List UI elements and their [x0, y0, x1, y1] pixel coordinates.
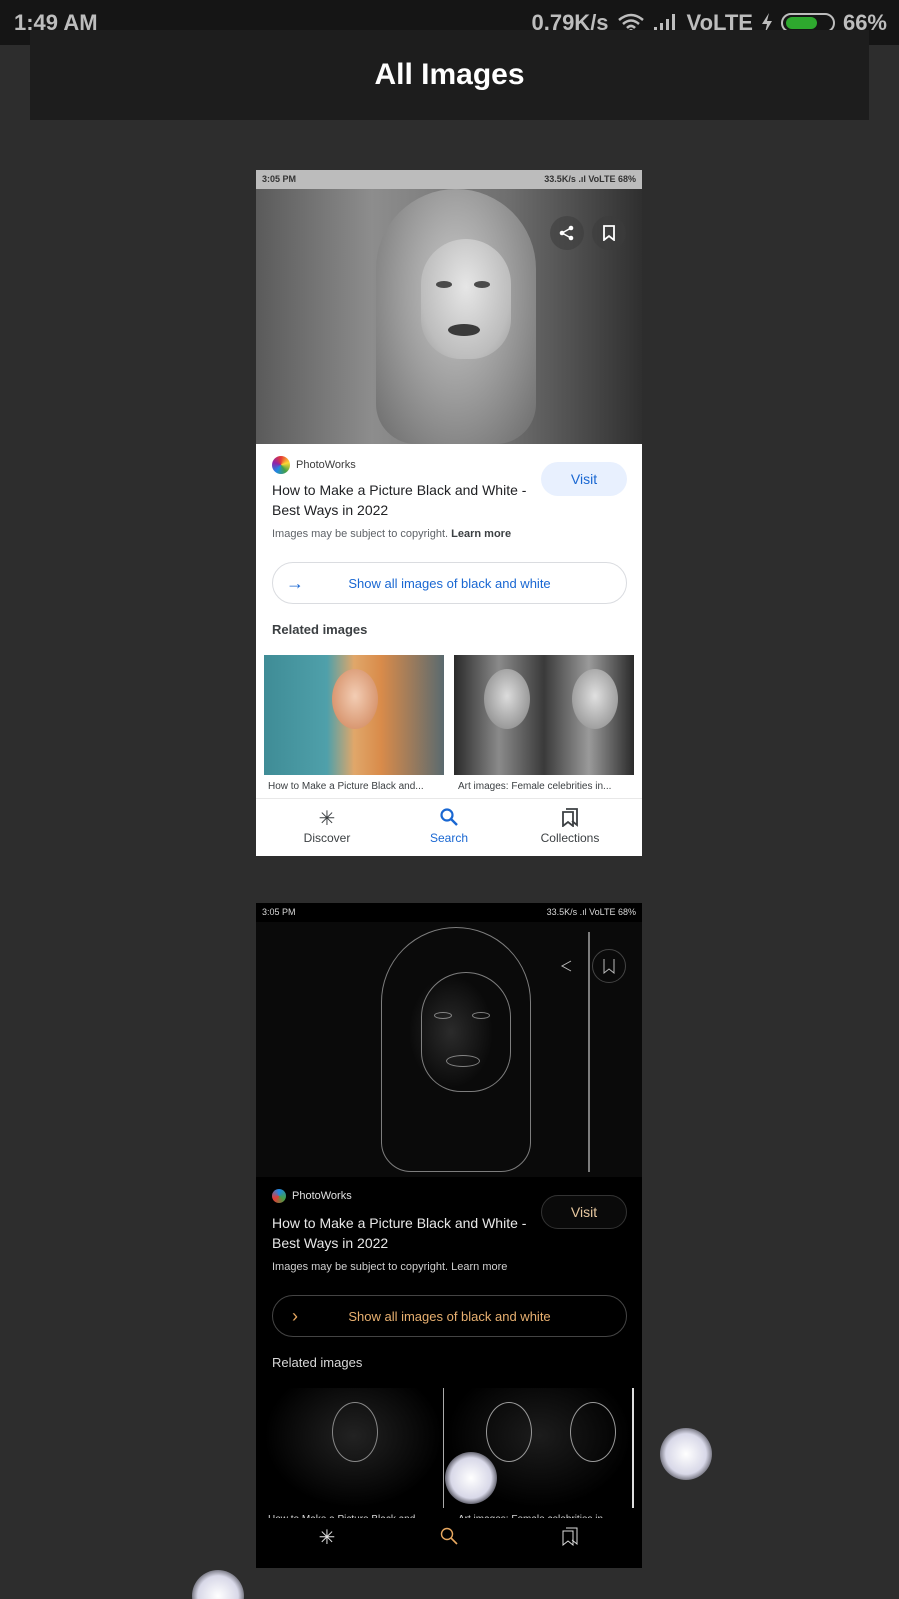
touch-indicator [445, 1452, 497, 1504]
thumb-caption: Art images: Female celebrities in... [458, 781, 612, 792]
collections-icon [520, 807, 620, 831]
touch-indicator [192, 1570, 244, 1599]
nav-search-label: Search [429, 831, 469, 845]
source-name: PhotoWorks [292, 1190, 352, 1202]
learn-more-link[interactable]: Learn more [451, 528, 511, 540]
nav-discover[interactable]: ✳ Discover [277, 807, 377, 845]
show-all-button[interactable]: › Show all images of black and white [272, 1295, 627, 1337]
share-icon[interactable] [550, 216, 584, 250]
nav-discover[interactable]: ✳ [277, 1526, 377, 1550]
mini-status-info: 33.5K/s .ıl VoLTE 68% [544, 174, 636, 184]
thumb-caption: How to Make a Picture Black and... [268, 781, 424, 792]
main-photo-edges [256, 922, 642, 1177]
nav-collections[interactable] [520, 1526, 620, 1550]
main-photo [256, 189, 642, 444]
asterisk-icon: ✳ [318, 808, 336, 830]
show-all-label: Show all images of black and white [348, 575, 551, 591]
related-heading: Related images [272, 622, 368, 637]
bookmark-icon[interactable] [592, 949, 626, 983]
search-icon [399, 807, 499, 831]
search-icon [399, 1526, 499, 1550]
nav-search[interactable] [399, 1526, 499, 1550]
show-all-label: Show all images of black and white [348, 1308, 551, 1324]
app-header: All Images [30, 30, 869, 120]
collections-icon [520, 1526, 620, 1550]
related-thumb[interactable] [454, 655, 634, 775]
copyright-note: Images may be subject to copyright. Lear… [272, 528, 511, 540]
photoworks-logo-icon [272, 1189, 286, 1203]
learn-more-link[interactable]: Learn more [451, 1261, 507, 1273]
share-icon[interactable] [550, 949, 584, 983]
related-thumb[interactable] [264, 1388, 444, 1508]
bottom-nav: ✳ [256, 1518, 642, 1568]
source-row: PhotoWorks [272, 456, 356, 474]
nav-discover-label: Discover [303, 831, 351, 845]
asterisk-icon: ✳ [318, 1527, 336, 1549]
mini-status-info: 33.5K/s .ıl VoLTE 68% [546, 907, 636, 917]
show-all-button[interactable]: → Show all images of black and white [272, 562, 627, 604]
mini-status-bar: 3:05 PM 33.5K/s .ıl VoLTE 68% [256, 170, 642, 189]
visit-button[interactable]: Visit [541, 462, 627, 496]
nav-search[interactable]: Search [399, 807, 499, 845]
chevron-right-icon: › [292, 1305, 298, 1326]
visit-button[interactable]: Visit [541, 1195, 627, 1229]
result-title[interactable]: How to Make a Picture Black and White - … [272, 1213, 532, 1253]
related-thumb[interactable] [264, 655, 444, 775]
copyright-note: Images may be subject to copyright. Lear… [272, 1261, 507, 1273]
image-card-original[interactable]: 3:05 PM 33.5K/s .ıl VoLTE 68% PhotoWorks… [256, 170, 642, 856]
bookmark-icon[interactable] [592, 216, 626, 250]
copyright-text: Images may be subject to copyright. [272, 1261, 449, 1273]
page-title: All Images [374, 58, 525, 91]
source-row: PhotoWorks [272, 1189, 352, 1203]
copyright-text: Images may be subject to copyright. [272, 528, 449, 540]
mini-status-time: 3:05 PM [262, 907, 296, 917]
nav-collections[interactable]: Collections [520, 807, 620, 845]
source-name: PhotoWorks [296, 459, 356, 471]
result-title[interactable]: How to Make a Picture Black and White - … [272, 480, 532, 520]
bottom-nav: ✳ Discover Search Collections [256, 798, 642, 856]
touch-indicator [660, 1428, 712, 1480]
nav-collections-label: Collections [540, 831, 600, 845]
photoworks-logo-icon [272, 456, 290, 474]
arrow-right-icon: → [286, 572, 304, 593]
mini-status-bar: 3:05 PM 33.5K/s .ıl VoLTE 68% [256, 903, 642, 922]
related-heading: Related images [272, 1355, 363, 1370]
mini-status-time: 3:05 PM [262, 174, 297, 184]
